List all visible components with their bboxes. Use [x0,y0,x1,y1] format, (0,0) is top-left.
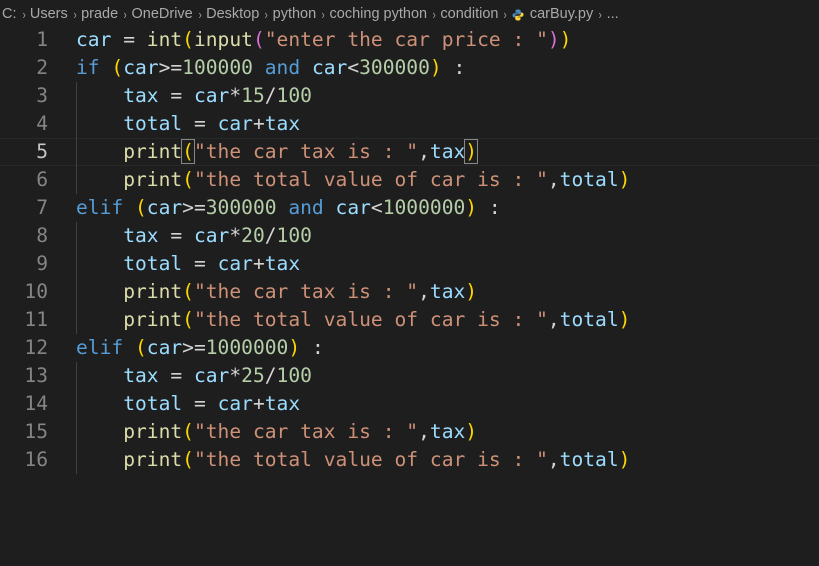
line-number: 11 [24,308,48,331]
line-number: 15 [24,420,48,443]
code-text[interactable]: car = int(input("enter the car price : "… [76,26,571,54]
breadcrumb-item-coching-python[interactable]: coching python [330,6,428,22]
code-line[interactable]: 9 total = car+tax [0,250,819,278]
code-text[interactable]: total = car+tax [76,390,300,418]
line-number: 13 [24,364,48,387]
line-number: 7 [36,196,48,219]
chevron-right-icon: › [73,6,77,22]
code-line[interactable]: 4 total = car+tax [0,110,819,138]
python-file-icon [512,9,524,21]
breadcrumb-item-drive[interactable]: C: [2,6,17,22]
breadcrumb-item-desktop[interactable]: Desktop [206,6,259,22]
line-number: 8 [36,224,48,247]
chevron-right-icon: › [504,6,508,22]
chevron-right-icon: › [432,6,436,22]
breadcrumb: C: › Users › prade › OneDrive › Desktop … [0,0,819,28]
code-text[interactable]: print("the car tax is : ",tax) [76,138,479,166]
chevron-right-icon: › [198,6,202,22]
code-line[interactable]: 15 print("the car tax is : ",tax) [0,418,819,446]
line-number: 5 [36,140,48,163]
code-line[interactable]: 16 print("the total value of car is : ",… [0,446,819,474]
line-number: 16 [24,448,48,471]
code-text[interactable]: tax = car*15/100 [76,82,312,110]
code-text[interactable]: print("the total value of car is : ",tot… [76,446,630,474]
code-text[interactable]: elif (car>=1000000) : [76,334,324,362]
code-text[interactable]: elif (car>=300000 and car<1000000) : [76,194,501,222]
code-line[interactable]: 3 tax = car*15/100 [0,82,819,110]
code-line[interactable]: 5 print("the car tax is : ",tax) [0,138,819,166]
line-number: 1 [36,28,48,51]
code-line[interactable]: 7 elif (car>=300000 and car<1000000) : [0,194,819,222]
line-number: 9 [36,252,48,275]
chevron-right-icon: › [321,6,325,22]
line-number: 2 [36,56,48,79]
line-number: 3 [36,84,48,107]
breadcrumb-item-prade[interactable]: prade [81,6,118,22]
breadcrumb-item-condition[interactable]: condition [440,6,498,22]
breadcrumb-item-more[interactable]: ... [607,6,619,22]
code-line[interactable]: 12 elif (car>=1000000) : [0,334,819,362]
code-text[interactable]: print("the total value of car is : ",tot… [76,166,630,194]
code-line[interactable]: 13 tax = car*25/100 [0,362,819,390]
code-line[interactable]: 1 car = int(input("enter the car price : … [0,26,819,54]
code-line[interactable]: 6 print("the total value of car is : ",t… [0,166,819,194]
code-text[interactable]: tax = car*25/100 [76,362,312,390]
breadcrumb-item-onedrive[interactable]: OneDrive [132,6,193,22]
breadcrumb-item-python[interactable]: python [273,6,317,22]
chevron-right-icon: › [22,6,26,22]
code-text[interactable]: print("the car tax is : ",tax) [76,278,477,306]
breadcrumb-item-file[interactable]: carBuy.py [530,6,593,22]
line-number: 10 [24,280,48,303]
line-number: 6 [36,168,48,191]
code-text[interactable]: total = car+tax [76,250,300,278]
breadcrumb-item-users[interactable]: Users [30,6,68,22]
code-text[interactable]: tax = car*20/100 [76,222,312,250]
line-number: 14 [24,392,48,415]
code-text[interactable]: print("the car tax is : ",tax) [76,418,477,446]
code-line[interactable]: 2 if (car>=100000 and car<300000) : [0,54,819,82]
chevron-right-icon: › [598,6,602,22]
code-line[interactable]: 14 total = car+tax [0,390,819,418]
line-number: 4 [36,112,48,135]
code-line[interactable]: 8 tax = car*20/100 [0,222,819,250]
code-line[interactable]: 10 print("the car tax is : ",tax) [0,278,819,306]
line-number: 12 [24,336,48,359]
chevron-right-icon: › [264,6,268,22]
code-line[interactable]: 11 print("the total value of car is : ",… [0,306,819,334]
code-editor[interactable]: 1 car = int(input("enter the car price : … [0,26,819,566]
chevron-right-icon: › [123,6,127,22]
code-text[interactable]: if (car>=100000 and car<300000) : [76,54,465,82]
code-text[interactable]: print("the total value of car is : ",tot… [76,306,630,334]
code-text[interactable]: total = car+tax [76,110,300,138]
